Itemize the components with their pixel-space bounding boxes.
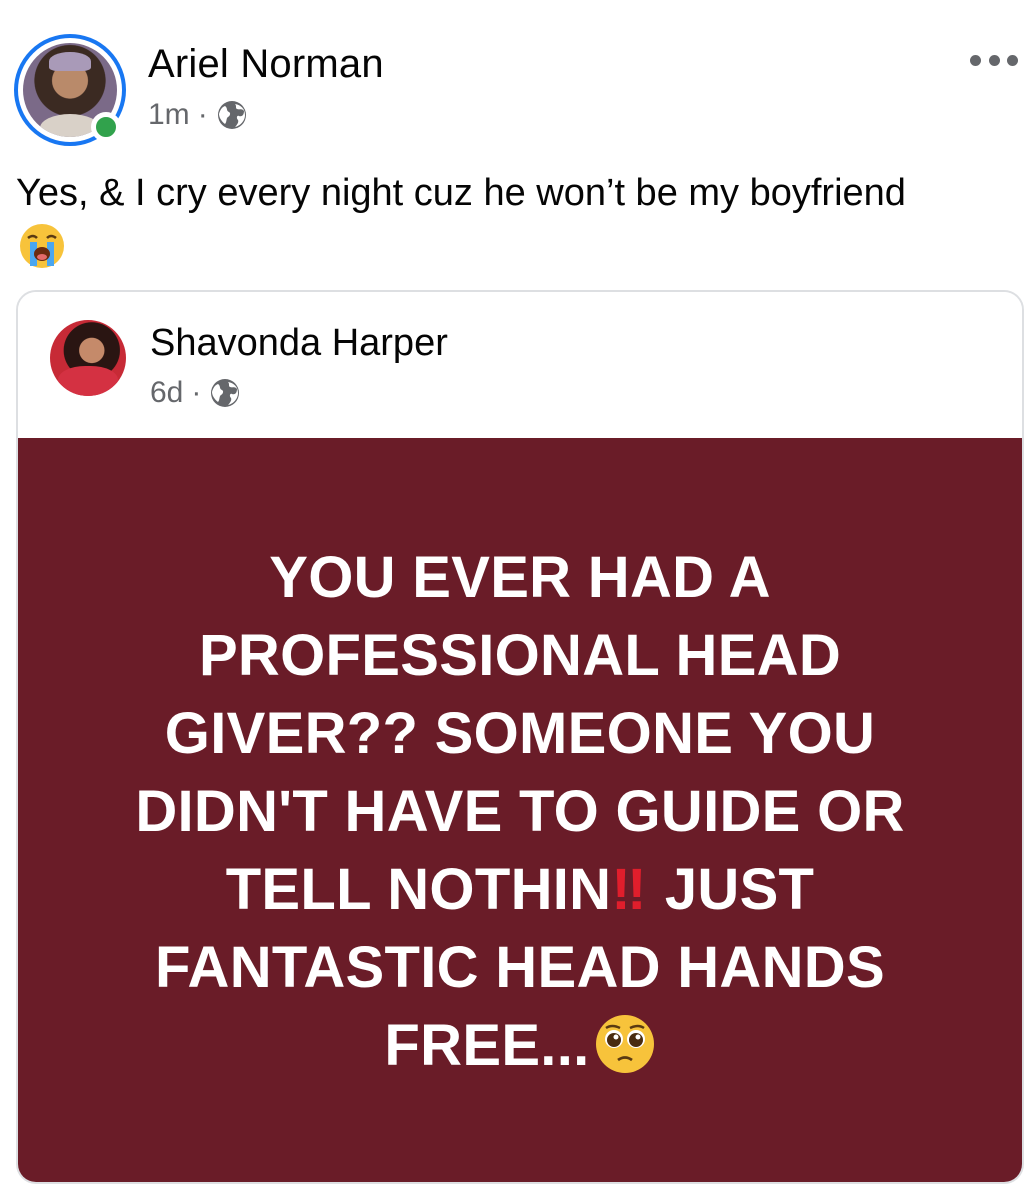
more-dot bbox=[988, 54, 1000, 66]
meta-separator: · bbox=[191, 376, 202, 409]
shared-post-timestamp[interactable]: 6d bbox=[150, 376, 183, 410]
shared-author-name[interactable]: Shavonda Harper bbox=[150, 322, 448, 365]
shared-post-text: YOU EVER HAD A PROFESSIONAL HEAD GIVER??… bbox=[80, 539, 960, 1085]
shared-post-meta: 6d · bbox=[150, 376, 241, 410]
online-status-indicator bbox=[91, 112, 121, 142]
more-options-button[interactable] bbox=[970, 48, 1018, 72]
pleading-face-icon bbox=[595, 1015, 654, 1073]
globe-icon[interactable] bbox=[209, 377, 241, 409]
shared-post-card[interactable]: Shavonda Harper 6d · YOU EVER HAD A PROF… bbox=[16, 290, 1024, 1184]
meta-separator: · bbox=[197, 98, 208, 131]
post-text: Yes, & I cry every night cuz he won’t be… bbox=[16, 172, 906, 214]
post-timestamp[interactable]: 1m bbox=[148, 98, 190, 132]
more-horizontal-icon bbox=[970, 54, 981, 66]
loudly-crying-face-icon bbox=[20, 224, 64, 268]
globe-icon[interactable] bbox=[216, 99, 248, 131]
more-dot bbox=[1007, 54, 1018, 66]
author-name[interactable]: Ariel Norman bbox=[148, 42, 384, 87]
shared-post-header: Shavonda Harper 6d · bbox=[18, 292, 1022, 438]
text-post-background: YOU EVER HAD A PROFESSIONAL HEAD GIVER??… bbox=[18, 438, 1022, 1182]
double-exclamation-glyph: ‼ bbox=[611, 857, 649, 922]
shared-author-avatar[interactable] bbox=[50, 320, 126, 396]
post-header: Ariel Norman 1m · bbox=[0, 0, 1032, 160]
double-exclamation-icon: ‼ bbox=[611, 857, 648, 922]
post-meta: 1m · bbox=[148, 98, 248, 132]
